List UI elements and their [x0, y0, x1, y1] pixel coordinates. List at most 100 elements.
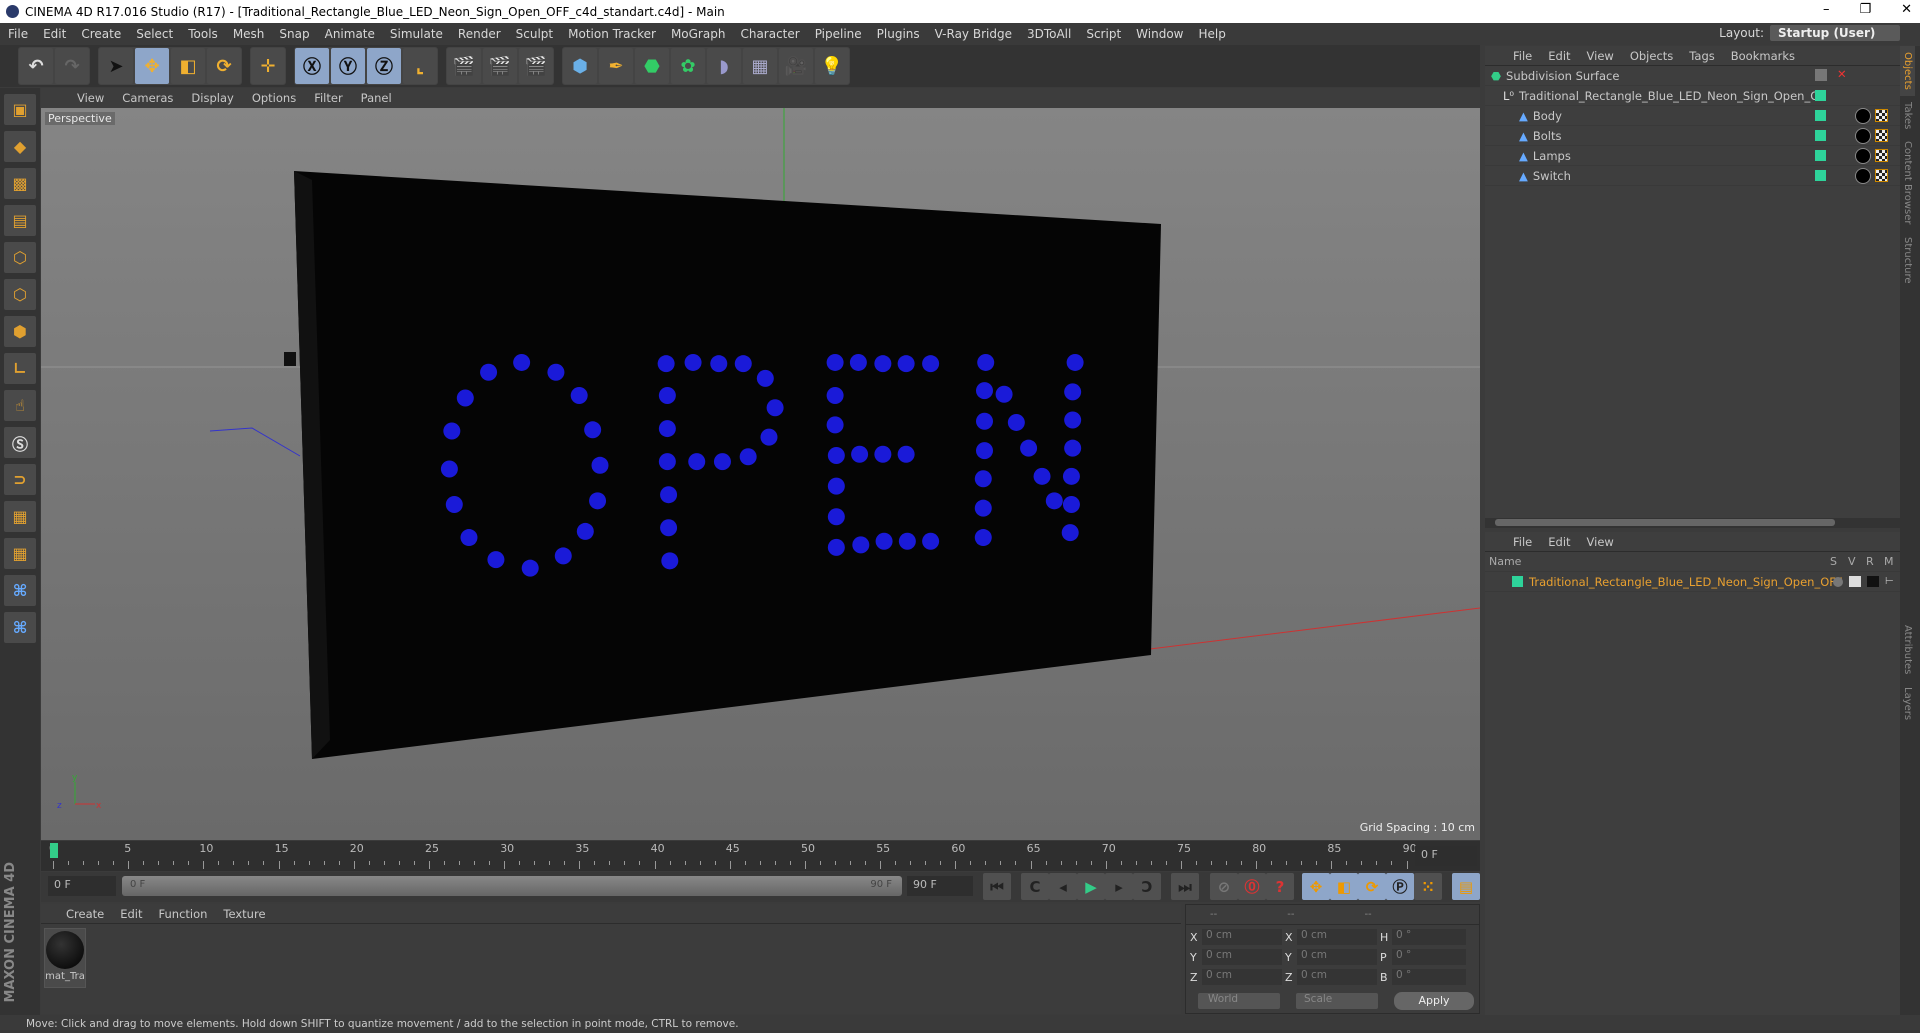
manager-icon[interactable]: ⊢ [1885, 576, 1894, 587]
next-key-icon[interactable]: Ɔ [1133, 873, 1161, 900]
material-tag-icon[interactable] [1855, 108, 1871, 124]
edges-mode-icon[interactable]: ⬡ [4, 279, 36, 310]
key-pla-icon[interactable]: ⁙ [1414, 873, 1442, 900]
enable-toggle-icon[interactable] [1815, 69, 1827, 81]
live-select-icon[interactable]: ✛ [251, 48, 285, 84]
close-button[interactable]: ✕ [1901, 2, 1912, 17]
menu-help[interactable]: Help [1198, 27, 1225, 41]
snap-icon[interactable]: Ⓢ [4, 427, 36, 458]
menu-sculpt[interactable]: Sculpt [516, 27, 553, 41]
undo-icon[interactable]: ↶ [19, 48, 53, 84]
object-menu-file[interactable]: File [1513, 49, 1532, 63]
menu-select[interactable]: Select [136, 27, 173, 41]
menu-edit[interactable]: Edit [43, 27, 66, 41]
model-mode-icon[interactable]: ◆ [4, 131, 36, 162]
render-view-icon[interactable]: 🎬 [447, 48, 481, 84]
size-mode-dropdown[interactable]: Scale [1296, 993, 1378, 1009]
floor-icon[interactable]: ▦ [743, 48, 777, 84]
timeline-ruler[interactable]: 051015202530354045505560657075808590 [41, 841, 1480, 871]
go-to-end-icon[interactable]: ⏭ [1171, 873, 1199, 900]
key-position-icon[interactable]: ✥ [1302, 873, 1330, 900]
side-tab-layers[interactable]: Layers [1900, 681, 1915, 726]
apply-button[interactable]: Apply [1394, 992, 1474, 1010]
record-keys-icon[interactable]: ⊘ [1210, 873, 1238, 900]
coord-field[interactable]: 0 ° [1392, 969, 1466, 985]
magnet-icon[interactable]: ⊃ [4, 464, 36, 495]
layer-col-r[interactable]: R [1866, 555, 1874, 568]
current-frame-field[interactable]: 0 F [1415, 846, 1477, 866]
next-frame-icon[interactable]: ▸ [1105, 873, 1133, 900]
side-tab-content-browser[interactable]: Content Browser [1900, 135, 1915, 230]
coord-field[interactable]: 0 ° [1392, 929, 1466, 945]
texture-mode-icon[interactable]: ▩ [4, 168, 36, 199]
render-picture-viewer-icon[interactable]: 🎬 [483, 48, 517, 84]
render-icon[interactable] [1867, 576, 1879, 587]
texture-tag-icon[interactable] [1875, 169, 1888, 182]
material-menu-texture[interactable]: Texture [223, 907, 265, 921]
texture-tag-icon[interactable] [1875, 129, 1888, 142]
layer-tag-icon[interactable] [1815, 130, 1826, 141]
play-icon[interactable]: ▶ [1077, 873, 1105, 900]
keyframe-selection-icon[interactable]: ? [1266, 873, 1294, 900]
scale-icon[interactable]: ◧ [171, 48, 205, 84]
coord-field[interactable]: 0 cm [1297, 949, 1377, 965]
material-tag-icon[interactable] [1855, 168, 1871, 184]
rotate-icon[interactable]: ⟳ [207, 48, 241, 84]
move-icon[interactable]: ✥ [135, 48, 169, 84]
light-icon[interactable]: 💡 [815, 48, 849, 84]
viewport-menu-display[interactable]: Display [191, 91, 233, 105]
coord-field[interactable]: 0 cm [1297, 969, 1377, 985]
layer-tag-icon[interactable] [1815, 110, 1826, 121]
points-mode-icon[interactable]: ⬡ [4, 242, 36, 273]
deformer-icon[interactable]: ◗ [707, 48, 741, 84]
delete-tag-icon[interactable]: ✕ [1837, 67, 1847, 81]
coord-field[interactable]: 0 cm [1202, 949, 1282, 965]
maximize-button[interactable]: ❐ [1859, 2, 1871, 17]
end-frame-field[interactable]: 90 F [907, 876, 973, 896]
menu-pipeline[interactable]: Pipeline [815, 27, 862, 41]
layer-col-v[interactable]: V [1848, 555, 1856, 568]
menu-render[interactable]: Render [458, 27, 501, 41]
start-frame-field[interactable]: 0 F [48, 876, 116, 896]
python-icon[interactable]: ⌘ [4, 575, 36, 606]
object-row[interactable]: ▲ Lamps [1485, 146, 1900, 166]
menu-window[interactable]: Window [1136, 27, 1183, 41]
solo-icon[interactable] [1833, 577, 1843, 587]
object-row[interactable]: L⁰ Traditional_Rectangle_Blue_LED_Neon_Si… [1485, 86, 1900, 106]
layer-tag-icon[interactable] [1815, 90, 1826, 101]
layer-row[interactable]: Traditional_Rectangle_Blue_LED_Neon_Sign… [1485, 572, 1900, 592]
lock-workplane-icon[interactable]: ▦ [4, 501, 36, 532]
menu-create[interactable]: Create [81, 27, 121, 41]
select-arrow-icon[interactable]: ➤ [99, 48, 133, 84]
material-tag-icon[interactable] [1855, 128, 1871, 144]
go-to-start-icon[interactable]: ⏮ [983, 873, 1011, 900]
make-editable-icon[interactable]: ▣ [4, 94, 36, 125]
viewport-menu-panel[interactable]: Panel [361, 91, 392, 105]
object-menu-view[interactable]: View [1587, 49, 1614, 63]
layer-menu-file[interactable]: File [1513, 535, 1532, 549]
object-menu-bookmarks[interactable]: Bookmarks [1731, 49, 1795, 63]
side-tab-structure[interactable]: Structure [1900, 231, 1915, 290]
pen-icon[interactable]: ✒ [599, 48, 633, 84]
viewport-menu-view[interactable]: View [77, 91, 104, 105]
cube-icon[interactable]: ⬢ [563, 48, 597, 84]
menu-mograph[interactable]: MoGraph [671, 27, 726, 41]
y-axis-icon[interactable]: Ⓨ [331, 48, 365, 84]
object-menu-tags[interactable]: Tags [1689, 49, 1714, 63]
material-item[interactable]: mat_Tra [44, 928, 86, 988]
menu-motion-tracker[interactable]: Motion Tracker [568, 27, 656, 41]
coord-field[interactable]: 0 cm [1202, 969, 1282, 985]
menu-mesh[interactable]: Mesh [233, 27, 265, 41]
layout-selector[interactable]: Layout: Startup (User) [1719, 25, 1900, 41]
side-tab-attributes[interactable]: Attributes [1900, 619, 1915, 680]
texture-tag-icon[interactable] [1875, 149, 1888, 162]
minimize-button[interactable]: – [1823, 2, 1830, 17]
object-menu-edit[interactable]: Edit [1548, 49, 1570, 63]
side-tab-objects[interactable]: Objects [1900, 46, 1915, 96]
layer-col-s[interactable]: S [1830, 555, 1837, 568]
coordinate-mode-dropdown[interactable]: World [1198, 993, 1280, 1009]
planar-workplane-icon[interactable]: ▦ [4, 538, 36, 569]
coordinate-system-icon[interactable]: ⌞ [403, 48, 437, 84]
material-menu-edit[interactable]: Edit [120, 907, 142, 921]
playhead[interactable] [50, 843, 58, 858]
